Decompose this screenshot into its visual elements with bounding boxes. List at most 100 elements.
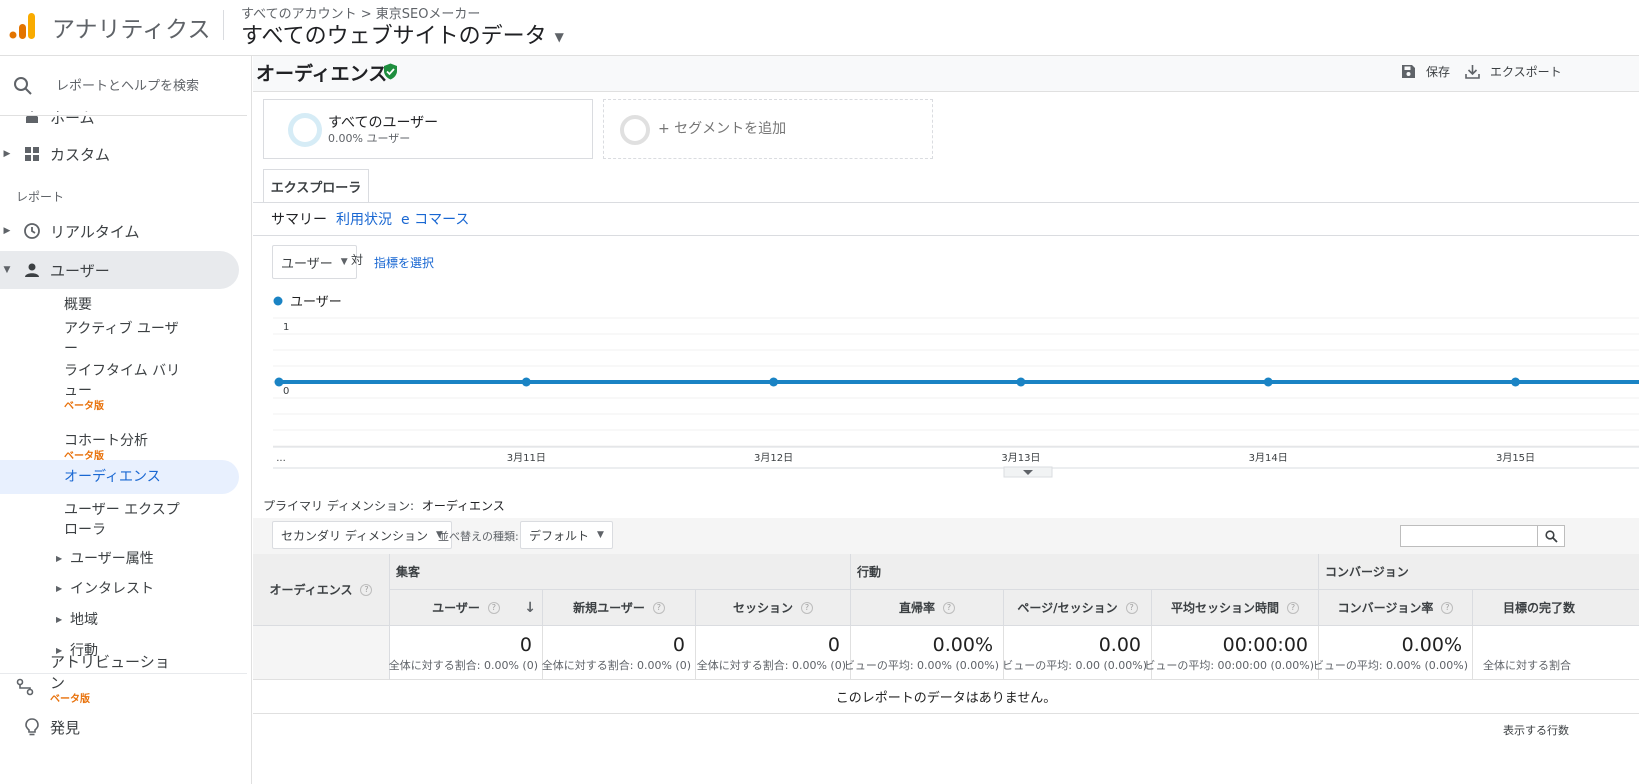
total-value: 0 bbox=[519, 634, 532, 656]
verified-shield-icon bbox=[384, 63, 397, 80]
help-icon[interactable]: ? bbox=[801, 601, 813, 614]
expand-arrow-icon: ▶ bbox=[56, 614, 63, 624]
save-label: 保存 bbox=[1426, 65, 1451, 79]
export-label: エクスポート bbox=[1490, 65, 1562, 79]
metric-dropdown[interactable]: ユーザー ▼ bbox=[272, 245, 357, 279]
label-line-1: アトリビューショ bbox=[50, 653, 170, 671]
download-icon bbox=[1465, 65, 1480, 79]
add-segment-button[interactable]: + セグメントを追加 bbox=[603, 99, 933, 159]
subtab-usage[interactable]: 利用状況 bbox=[336, 209, 392, 229]
sidebar-item-discover[interactable]: 発見 bbox=[0, 708, 80, 746]
sidebar-item-label: インタレスト bbox=[70, 581, 154, 597]
data-point bbox=[1263, 377, 1273, 387]
col-header-avg-session[interactable]: 平均セッション時間? bbox=[1152, 590, 1319, 626]
sidebar-item-overview[interactable]: 概要 bbox=[64, 295, 92, 315]
vs-label: 対 bbox=[351, 253, 364, 267]
primary-dimension-label: プライマリ ディメンション: bbox=[263, 499, 415, 513]
sidebar-item-label: 発見 bbox=[50, 718, 81, 737]
caret-down-icon: ▼ bbox=[597, 530, 604, 540]
expand-arrow-icon: ▶ bbox=[3, 226, 11, 236]
sidebar-item-demographics[interactable]: ▶ ユーザー属性 bbox=[56, 548, 154, 568]
no-data-message: このレポートのデータはありません。 bbox=[253, 680, 1639, 714]
x-tick-label: 3月11日 bbox=[507, 452, 546, 464]
sidebar-item-user-explorer[interactable]: ユーザー エクスプ ローラ bbox=[64, 500, 180, 540]
col-header-goal-completions[interactable]: 目標の完了数 bbox=[1473, 590, 1639, 626]
subtab-summary[interactable]: サマリー bbox=[271, 209, 327, 229]
help-icon[interactable]: ? bbox=[1287, 601, 1299, 614]
sidebar-item-active-users[interactable]: アクティブ ユーザー bbox=[64, 319, 179, 359]
col-header-pages-session[interactable]: ページ/セッション? bbox=[1004, 590, 1152, 626]
caret-down-icon: ▼ bbox=[554, 30, 564, 44]
segment-name: すべてのユーザー bbox=[328, 115, 439, 131]
dimension-header[interactable]: オーディエンス? bbox=[253, 554, 390, 626]
total-cell-conversion-rate: 0.00% ビューの平均: 0.00% (0.00%) bbox=[1313, 626, 1473, 680]
total-sub: 全体に対する割合: 0.00% (0) bbox=[696, 659, 846, 672]
col-header-label: セッション bbox=[732, 601, 793, 615]
sidebar-item-interests[interactable]: ▶ インタレスト bbox=[56, 578, 154, 598]
sidebar-item-realtime[interactable]: ▶ リアルタイム bbox=[0, 212, 140, 250]
sort-type-dropdown[interactable]: デフォルト ▼ bbox=[520, 521, 613, 549]
total-sub: ビューの平均: 00:00:00 (0.00%) bbox=[1144, 659, 1314, 672]
sidebar-item-geo[interactable]: ▶ 地域 bbox=[56, 609, 98, 629]
segment-all-users[interactable]: すべてのユーザー 0.00% ユーザー bbox=[263, 99, 593, 159]
help-icon[interactable]: ? bbox=[1441, 601, 1454, 614]
x-tick-label: 3月12日 bbox=[754, 452, 793, 464]
sort-type-value: デフォルト bbox=[529, 528, 590, 543]
help-icon[interactable]: ? bbox=[1125, 601, 1138, 614]
sidebar-item-home[interactable]: ホーム bbox=[0, 98, 95, 136]
help-icon[interactable]: ? bbox=[652, 601, 665, 614]
save-button[interactable]: 保存 bbox=[1401, 63, 1450, 80]
sidebar-item-label: カスタム bbox=[50, 145, 111, 164]
col-header-users[interactable]: ユーザー? ↓ bbox=[390, 590, 543, 626]
col-header-label: ページ/セッション bbox=[1017, 601, 1118, 615]
total-value: 0 bbox=[827, 634, 840, 656]
sort-type-label: 並べ替えの種類: bbox=[438, 530, 519, 543]
label-line-1: ユーザー エクスプ bbox=[64, 502, 180, 518]
rows-per-page-label: 表示する行数 bbox=[1503, 724, 1569, 737]
col-header-sessions[interactable]: セッション? bbox=[696, 590, 851, 626]
col-header-label: 新規ユーザー bbox=[573, 601, 645, 615]
collapse-arrow-icon: ▼ bbox=[3, 265, 11, 275]
sidebar-item-custom[interactable]: ▶ カスタム bbox=[0, 135, 110, 173]
save-icon bbox=[1402, 65, 1415, 78]
total-value: 0.00% bbox=[1401, 634, 1462, 656]
secondary-dimension-dropdown[interactable]: セカンダリ ディメンション ▼ bbox=[272, 521, 452, 549]
sidebar-item-attribution[interactable]: アトリビューショ ン ベータ版 bbox=[0, 652, 247, 712]
sidebar-item-users[interactable]: ▼ ユーザー bbox=[0, 251, 110, 289]
sidebar-item-cohort[interactable]: コホート分析 ベータ版 bbox=[64, 431, 148, 462]
col-header-conversion-rate[interactable]: コンバージョン率? bbox=[1319, 590, 1473, 626]
table-search-input[interactable] bbox=[1400, 525, 1538, 547]
total-sub: ビューの平均: 0.00 (0.00%) bbox=[1002, 659, 1147, 672]
report-title-bar: オーディエンス 保存 エクスポート bbox=[253, 56, 1639, 92]
view-selector[interactable]: すべてのウェブサイトのデータ ▼ bbox=[241, 18, 564, 50]
metric-value: ユーザー bbox=[281, 256, 333, 272]
col-header-label: コンバージョン率 bbox=[1337, 601, 1434, 615]
analytics-logo-icon[interactable] bbox=[8, 12, 36, 40]
label-line-2: ー bbox=[64, 341, 78, 357]
app-header: アナリティクス すべてのアカウント > 東京SEOメーカー すべてのウェブサイト… bbox=[0, 0, 1639, 56]
total-sub: 全体に対する割合: 0.00% (0) bbox=[541, 659, 691, 672]
sidebar-item-lifetime-value[interactable]: ライフタイム バリ ュー ベータ版 bbox=[64, 361, 180, 412]
col-header-bounce-rate[interactable]: 直帰率? bbox=[851, 590, 1004, 626]
total-value: 0.00 bbox=[1098, 634, 1141, 656]
sidebar-item-audience[interactable]: オーディエンス bbox=[64, 467, 161, 487]
primary-dimension-value[interactable]: オーディエンス bbox=[422, 499, 505, 513]
help-icon[interactable]: ? bbox=[360, 583, 373, 596]
help-icon[interactable]: ? bbox=[943, 601, 955, 614]
export-button[interactable]: エクスポート bbox=[1465, 63, 1562, 80]
search-overlap-edge bbox=[0, 112, 247, 116]
primary-dimension: プライマリ ディメンション: オーディエンス bbox=[263, 497, 505, 514]
total-cell-avg-session: 00:00:00 ビューの平均: 00:00:00 (0.00%) bbox=[1144, 626, 1319, 680]
caret-down-icon: ▼ bbox=[340, 257, 348, 267]
total-sub: ビューの平均: 0.00% (0.00%) bbox=[1312, 659, 1468, 672]
select-metric-link[interactable]: 指標を選択 bbox=[374, 254, 434, 271]
sort-desc-arrow-icon[interactable]: ↓ bbox=[524, 600, 536, 616]
tab-explorer[interactable]: エクスプローラ bbox=[263, 169, 369, 203]
help-icon[interactable]: ? bbox=[487, 601, 500, 614]
total-cell-sessions: 0 全体に対する割合: 0.00% (0) bbox=[696, 626, 851, 680]
table-search-button[interactable] bbox=[1537, 525, 1565, 547]
col-header-new-users[interactable]: 新規ユーザー? bbox=[543, 590, 696, 626]
subtab-ecommerce[interactable]: e コマース bbox=[401, 209, 469, 229]
col-header-label: ユーザー bbox=[432, 601, 480, 615]
person-icon bbox=[25, 263, 39, 277]
